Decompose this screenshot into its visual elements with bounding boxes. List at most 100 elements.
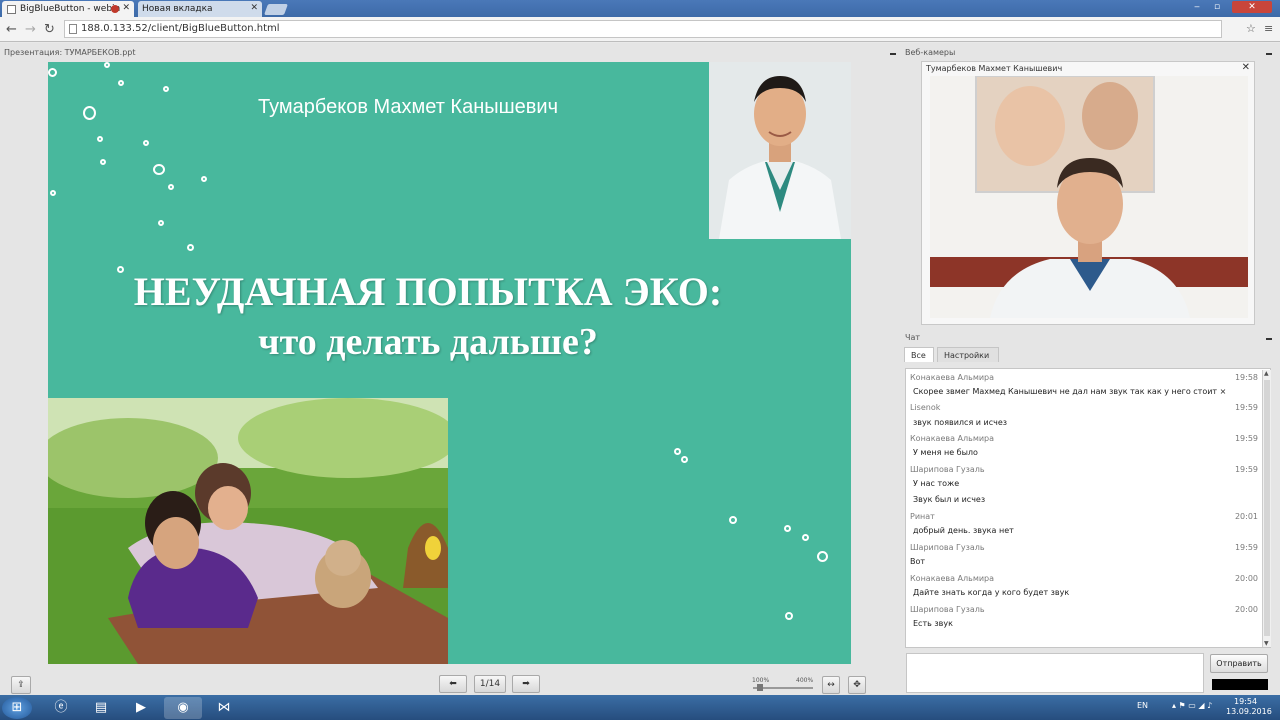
upload-presentation-button[interactable]: ⇪ (11, 676, 31, 694)
chat-text: Скорее звмег Махмед Канышевич не дал нам… (913, 387, 1227, 396)
presentation-title: Презентация: ТУМАРБЕКОВ.ppt (4, 48, 136, 57)
recording-icon (111, 5, 119, 13)
bubble-decoration (50, 190, 56, 196)
start-button[interactable]: ⊞ (2, 697, 32, 719)
fit-width-button[interactable]: ↔ (822, 676, 840, 694)
bubble-decoration (674, 448, 681, 455)
chat-message: Конакаева Альмира 20:00 Дайте знать когд… (910, 574, 1258, 597)
presentation-slide: Тумарбеков Махмет Канышевич НЕУДАЧНАЯ ПО… (48, 62, 851, 664)
next-slide-button[interactable]: ➡ (512, 675, 540, 693)
chat-input[interactable] (906, 653, 1204, 693)
chat-sender: Конакаева Альмира (910, 373, 995, 382)
chat-text: Дайте знать когда у кого будет звук (913, 588, 1070, 597)
bubble-decoration (104, 62, 110, 68)
chat-message: Шарипова Гузаль 19:59 У нас тоже Звук бы… (910, 465, 1258, 504)
scroll-up-icon[interactable]: ▲ (1264, 370, 1269, 377)
chat-text: У нас тоже (913, 479, 960, 488)
webcam-video (930, 76, 1248, 318)
chat-time: 19:59 (1234, 403, 1258, 412)
system-tray-icons[interactable]: ▴ ⚑ ▭ ◢ ♪ (1172, 701, 1212, 710)
tab-all[interactable]: Все (904, 347, 934, 362)
close-tab-icon[interactable]: ✕ (122, 3, 130, 13)
tab-settings[interactable]: Настройки (937, 347, 999, 362)
page-icon (7, 5, 16, 14)
webcams-title: Веб-камеры (905, 48, 956, 57)
chat-sender: Lisenok (910, 403, 941, 412)
close-tab-icon[interactable]: ✕ (250, 3, 258, 13)
chat-message: Конакаева Альмира 19:58 Скорее звмег Мах… (910, 373, 1258, 396)
fit-page-button[interactable]: ✥ (848, 676, 866, 694)
chat-text: Есть звук (913, 619, 953, 628)
tab-label: BigBlueButton - webin (20, 4, 121, 14)
file-explorer-icon[interactable]: ▤ (82, 697, 120, 719)
scroll-down-icon[interactable]: ▼ (1264, 640, 1269, 647)
chat-sender: Шарипова Гузаль (910, 543, 985, 552)
zoom-slider-handle[interactable] (757, 684, 763, 691)
clock-date[interactable]: 13.09.2016 (1226, 707, 1272, 716)
bigbluebutton-client: Презентация: ТУМАРБЕКОВ.ppt Тумарбеков М… (0, 43, 1280, 695)
tab-bigbluebutton[interactable]: BigBlueButton - webin ✕ (2, 1, 134, 17)
reload-icon[interactable]: ↻ (44, 22, 55, 37)
chat-sender: Шарипова Гузаль (910, 465, 985, 474)
chat-time: 19:59 (1234, 465, 1258, 474)
minimize-window-icon[interactable]: ‒ (1188, 1, 1206, 13)
bubble-decoration (817, 551, 828, 562)
bubble-decoration (785, 612, 793, 620)
minimize-panel-icon[interactable] (890, 53, 896, 55)
bubble-decoration (802, 534, 809, 541)
bubble-decoration (153, 164, 165, 175)
chat-time: 19:59 (1234, 434, 1258, 443)
back-icon[interactable]: ← (6, 22, 17, 37)
tab-label: Новая вкладка (142, 4, 213, 14)
browser-tab-bar: BigBlueButton - webin ✕ Новая вкладка ✕ … (0, 0, 1280, 17)
minimize-panel-icon[interactable] (1266, 53, 1272, 55)
clock-time[interactable]: 19:54 (1234, 697, 1257, 706)
chrome-icon[interactable]: ◉ (164, 697, 202, 719)
menu-icon[interactable]: ≡ (1264, 22, 1273, 35)
chat-text: добрый день. звука нет (913, 526, 1014, 535)
scrollbar-thumb[interactable] (1264, 380, 1270, 636)
slide-page-indicator[interactable]: 1/14 (474, 675, 506, 693)
zoom-max-label: 400% (796, 677, 814, 684)
forward-icon[interactable]: → (25, 22, 36, 37)
couple-photo (48, 398, 448, 664)
chat-time: 19:59 (1234, 543, 1258, 552)
zoom-min-label: 100% (752, 677, 770, 684)
chat-scrollbar[interactable]: ▲ ▼ (1262, 370, 1271, 647)
text-color-picker[interactable] (1212, 679, 1268, 690)
bubble-decoration (187, 244, 194, 251)
bubble-decoration (158, 220, 164, 226)
chat-message: Конакаева Альмира 19:59 У меня не было (910, 434, 1258, 457)
bubble-decoration (97, 136, 103, 142)
chat-message: Ринат 20:01 добрый день. звука нет (910, 512, 1258, 535)
bubble-decoration (163, 86, 169, 92)
chat-sender: Конакаева Альмира (910, 434, 995, 443)
previous-slide-button[interactable]: ⬅ (439, 675, 467, 693)
internet-explorer-icon[interactable]: ⓔ (42, 697, 80, 719)
app-icon[interactable]: ⋈ (205, 697, 243, 719)
zoom-slider[interactable] (753, 684, 813, 691)
bubble-decoration (48, 68, 57, 77)
new-tab-button[interactable] (263, 4, 289, 15)
maximize-window-icon[interactable]: ▫ (1208, 1, 1226, 13)
media-player-icon[interactable]: ▶ (122, 697, 160, 719)
tab-new[interactable]: Новая вкладка ✕ (138, 1, 262, 17)
chat-text: Звук был и исчез (913, 495, 986, 504)
send-button[interactable]: Отправить (1210, 654, 1268, 673)
bubble-decoration (784, 525, 791, 532)
chat-text: звук появился и исчез (913, 418, 1008, 427)
chat-title: Чат (905, 333, 921, 342)
url-field[interactable]: 188.0.133.52/client/BigBlueButton.html (64, 20, 1222, 38)
close-webcam-icon[interactable]: ✕ (1242, 62, 1250, 73)
chat-message: Lisenok 19:59 звук появился и исчез (910, 403, 1258, 427)
minimize-panel-icon[interactable] (1266, 338, 1272, 340)
bookmark-star-icon[interactable]: ☆ (1246, 22, 1256, 35)
chat-time: 20:01 (1234, 512, 1258, 521)
close-window-icon[interactable]: ✕ (1232, 1, 1272, 13)
language-indicator[interactable]: EN (1137, 701, 1148, 710)
chat-text: У меня не было (913, 448, 978, 457)
chat-time: 20:00 (1234, 605, 1258, 614)
chat-time: 20:00 (1234, 574, 1258, 583)
chat-sender: Шарипова Гузаль (910, 605, 985, 614)
doctor-photo (709, 62, 851, 239)
